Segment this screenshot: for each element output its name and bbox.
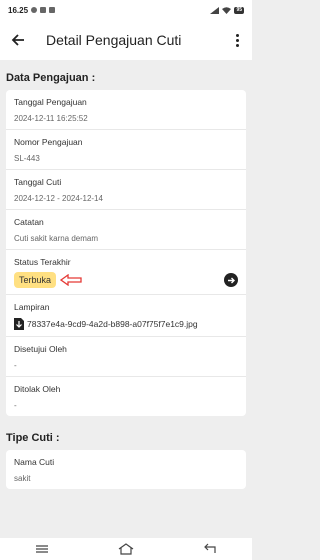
field-value: 2024-12-12 - 2024-12-14 (14, 194, 103, 203)
section-title-pengajuan: Data Pengajuan : (6, 72, 96, 84)
field-value: SL-443 (14, 154, 40, 163)
field-label: Nomor Pengajuan (14, 137, 83, 147)
home-icon[interactable] (118, 543, 134, 555)
notification-icon (31, 7, 38, 13)
field-value: - (14, 361, 17, 370)
field-value: sakit (14, 474, 31, 483)
app-bar: Detail Pengajuan Cuti (0, 20, 252, 60)
field-label: Nama Cuti (14, 457, 55, 467)
clock: 16.25 (8, 5, 29, 15)
field-label: Tanggal Cuti (14, 177, 62, 187)
status-bar: 16.25 95 (0, 0, 252, 20)
field-value: - (14, 401, 17, 410)
row-catatan: Catatan Cuti sakit karna demam (6, 210, 246, 250)
notification-icon (49, 7, 56, 13)
attachment-link[interactable]: 78337e4a-9cd9-4a2d-b898-a07f75f7e1c9.jpg (14, 318, 238, 330)
arrow-left-icon (11, 34, 24, 46)
row-nama-cuti: Nama Cuti sakit (6, 450, 246, 489)
arrow-right-icon (227, 277, 235, 283)
row-status-terakhir: Status Terakhir Terbuka (6, 250, 246, 295)
dot (235, 38, 239, 42)
annotation-arrow-icon (60, 274, 82, 286)
row-tanggal-cuti: Tanggal Cuti 2024-12-12 - 2024-12-14 (6, 170, 246, 210)
dot (235, 43, 239, 47)
page-title: Detail Pengajuan Cuti (46, 32, 182, 48)
menu-icon[interactable] (35, 544, 49, 554)
row-tanggal-pengajuan: Tanggal Pengajuan 2024-12-11 16:25:52 (6, 90, 246, 130)
field-label: Catatan (14, 217, 44, 227)
system-nav-bar (0, 538, 252, 560)
field-value: 2024-12-11 16:25:52 (14, 114, 88, 123)
row-nomor-pengajuan: Nomor Pengajuan SL-443 (6, 130, 246, 170)
battery-icon: 95 (234, 6, 244, 14)
field-label: Disetujui Oleh (14, 344, 67, 354)
card-tipe-cuti: Nama Cuti sakit (6, 450, 246, 489)
row-lampiran: Lampiran 78337e4a-9cd9-4a2d-b898-a07f75f… (6, 295, 246, 337)
status-badge: Terbuka (14, 272, 57, 288)
field-value: Cuti sakit karna demam (14, 234, 99, 243)
notification-icon (40, 7, 47, 13)
wifi-icon (222, 6, 232, 14)
back-nav-icon[interactable] (203, 543, 217, 555)
back-button[interactable] (8, 30, 28, 50)
attachment-file-name: 78337e4a-9cd9-4a2d-b898-a07f75f7e1c9.jpg (27, 319, 198, 329)
field-label: Lampiran (14, 302, 50, 312)
row-disetujui-oleh: Disetujui Oleh - (6, 337, 246, 377)
more-options-button[interactable] (230, 30, 244, 50)
status-row: Terbuka (14, 272, 238, 288)
signal-icon (210, 6, 220, 14)
dot (235, 33, 239, 37)
status-detail-button[interactable] (224, 273, 238, 287)
card-pengajuan: Tanggal Pengajuan 2024-12-11 16:25:52 No… (6, 90, 246, 416)
field-label: Tanggal Pengajuan (14, 97, 87, 107)
field-label: Ditolak Oleh (14, 384, 61, 394)
section-title-tipe: Tipe Cuti : (6, 432, 60, 444)
row-ditolak-oleh: Ditolak Oleh - (6, 377, 246, 416)
field-label: Status Terakhir (14, 257, 71, 267)
file-download-icon (14, 318, 24, 330)
